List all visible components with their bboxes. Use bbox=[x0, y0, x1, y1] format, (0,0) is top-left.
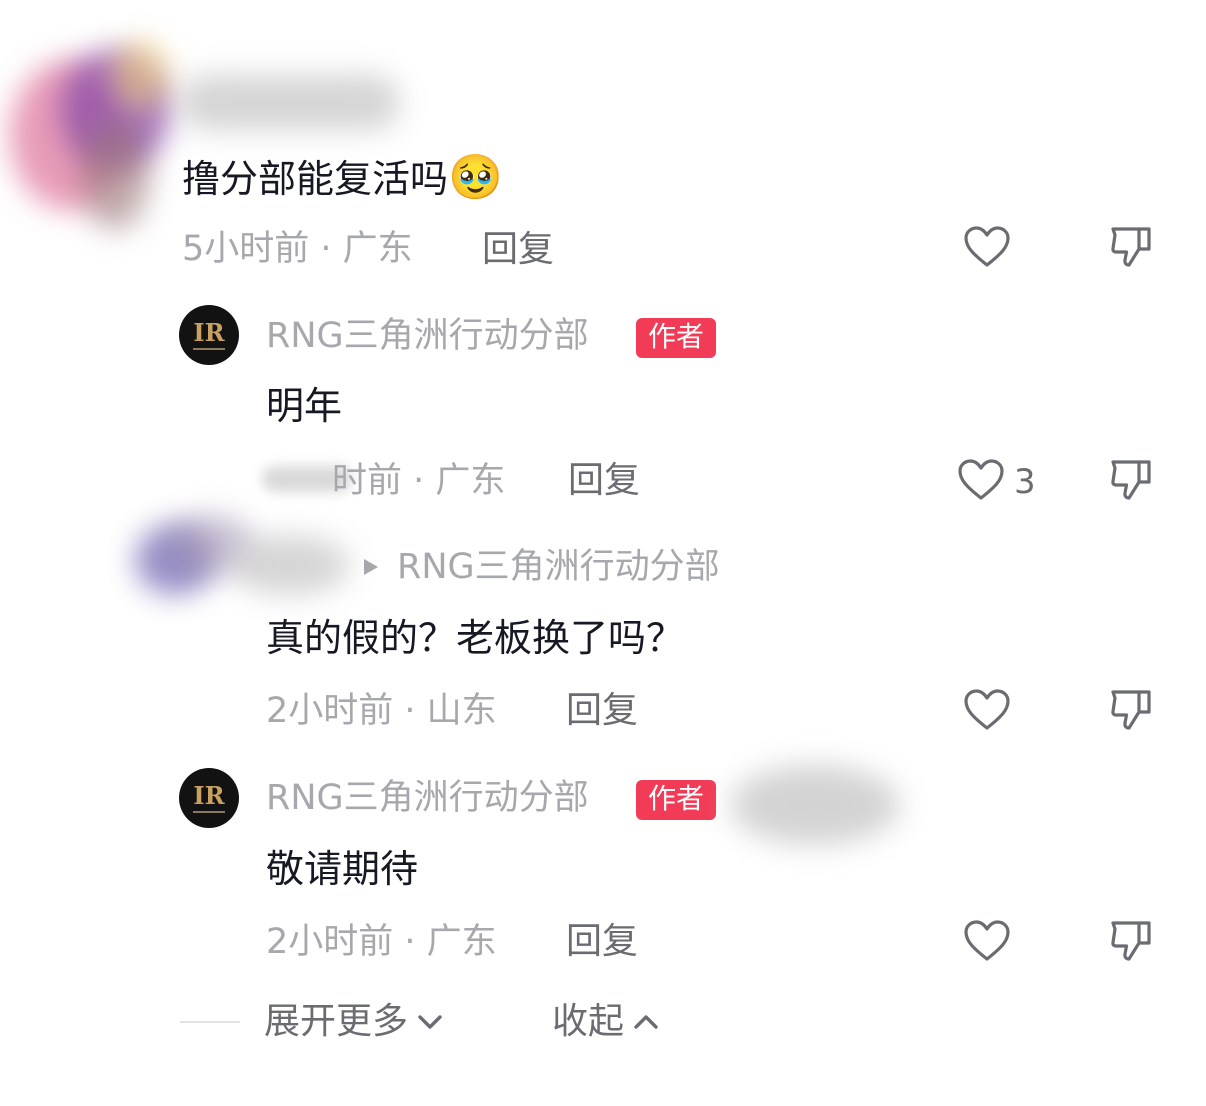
pleading-face-emoji: 🥹 bbox=[448, 152, 503, 203]
chevron-down-icon bbox=[418, 1015, 442, 1029]
redacted-reply-target bbox=[730, 765, 900, 845]
reply-to-name[interactable]: RNG三角洲行动分部 bbox=[397, 550, 720, 585]
reply-text: 真的假的？老板换了吗？ bbox=[266, 616, 685, 660]
reply-button[interactable]: 回复 bbox=[566, 693, 638, 729]
redacted-username-top bbox=[180, 75, 400, 130]
expand-more-button[interactable]: 展开更多 bbox=[264, 1004, 444, 1040]
rng-logo-icon: IR bbox=[193, 318, 226, 350]
svg-text:IR: IR bbox=[193, 781, 225, 810]
rng-logo-icon: IR bbox=[193, 781, 226, 813]
reply-button[interactable]: 回复 bbox=[566, 924, 638, 960]
comment-meta: 5小时前 · 广东 bbox=[182, 229, 413, 269]
heart-outline-icon[interactable] bbox=[963, 225, 1011, 269]
chevron-up-icon bbox=[634, 1015, 658, 1029]
reply-button[interactable]: 回复 bbox=[568, 463, 640, 499]
author-badge: 作者 bbox=[636, 318, 717, 358]
triangle-right-icon bbox=[364, 559, 378, 575]
comment-text: 撸分部能复活吗🥹 bbox=[182, 152, 503, 203]
heart-outline-icon[interactable] bbox=[963, 919, 1011, 963]
expand-more-label: 展开更多 bbox=[264, 1001, 409, 1042]
reply-meta: 2小时前 · 山东 bbox=[266, 691, 497, 731]
reply-button[interactable]: 回复 bbox=[482, 232, 554, 268]
collapse-label: 收起 bbox=[552, 1001, 625, 1042]
thumbs-down-outline-icon[interactable] bbox=[1109, 225, 1153, 269]
like-count: 3 bbox=[1014, 462, 1036, 502]
svg-text:IR: IR bbox=[193, 318, 225, 347]
author-name[interactable]: RNG三角洲行动分部 bbox=[266, 781, 589, 816]
thumbs-down-outline-icon[interactable] bbox=[1109, 458, 1153, 502]
reply-meta: 时前 · 广东 bbox=[332, 461, 506, 501]
thumbs-down-outline-icon[interactable] bbox=[1109, 688, 1153, 732]
avatar[interactable]: IR bbox=[179, 768, 239, 828]
redacted-username bbox=[230, 535, 350, 595]
reply-text: 明年 bbox=[266, 384, 343, 428]
heart-outline-icon[interactable] bbox=[963, 688, 1011, 732]
author-name[interactable]: RNG三角洲行动分部 bbox=[266, 319, 589, 354]
thumbs-down-outline-icon[interactable] bbox=[1109, 919, 1153, 963]
heart-outline-icon[interactable] bbox=[957, 458, 1005, 502]
footer-divider bbox=[180, 1021, 240, 1023]
reply-meta: 2小时前 · 广东 bbox=[266, 922, 497, 962]
reply-text: 敬请期待 bbox=[266, 847, 419, 891]
avatar[interactable]: IR bbox=[179, 305, 239, 365]
author-badge: 作者 bbox=[636, 780, 717, 820]
collapse-button[interactable]: 收起 bbox=[552, 1004, 660, 1040]
